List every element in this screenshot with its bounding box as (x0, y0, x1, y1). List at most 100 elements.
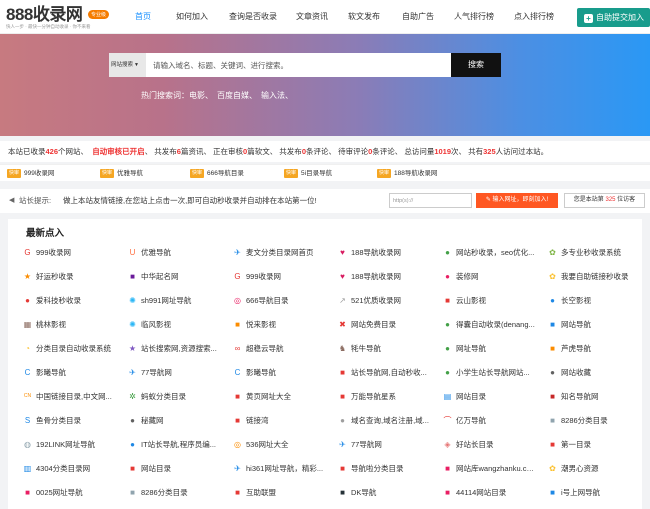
latest-site-link[interactable]: ● IT站长导航,程序员编... (121, 435, 221, 455)
hot-term[interactable]: 百度自媒、 (217, 90, 257, 101)
latest-site-name: 小学生站长导航网站... (456, 368, 530, 377)
webmaster-notice: ◀ 站长提示: 做上本站友情链接,在您站上点击一次,即可自动秒收录并自动排在本站… (0, 189, 650, 213)
nav-how-to-join[interactable]: 如何加入 (168, 0, 216, 34)
latest-site-link[interactable]: ✿ 潮男心资源 (541, 459, 641, 479)
latest-site-link[interactable]: ★ 好运秒收录 (16, 267, 116, 287)
latest-site-link[interactable]: ◔ 分类目录自动收录系统 (16, 339, 116, 359)
latest-site-link[interactable]: ◎ 536网址大全 (226, 435, 326, 455)
latest-site-link[interactable]: ✺ 临风影视 (121, 315, 221, 335)
latest-site-link[interactable]: ■ 导航啦分类目录 (331, 459, 431, 479)
latest-site-link[interactable]: ■ 黄页网址大全 (226, 387, 326, 407)
latest-site-link[interactable]: CN 中国链接目录,中文网... (16, 387, 116, 407)
latest-site-link[interactable]: ⌒ 亿万导航 (436, 411, 536, 431)
latest-site-link[interactable]: G 999收录网 (16, 243, 116, 263)
latest-site-link[interactable]: ■ 网站导航 (541, 315, 641, 335)
latest-site-link[interactable]: ■ 悦来影视 (226, 315, 326, 335)
search-button[interactable]: 搜索 (451, 53, 501, 77)
strip-link[interactable]: 快审 5i目录导航 (284, 168, 332, 179)
latest-site-link[interactable]: S 鱼骨分类目录 (16, 411, 116, 431)
latest-site-link[interactable]: ■ 第一目录 (541, 435, 641, 455)
latest-clicks-title: 最新点入 (26, 228, 65, 239)
latest-site-link[interactable]: ■ 万能导航星系 (331, 387, 431, 407)
nav-check-indexed[interactable]: 查询是否收录 (224, 0, 282, 34)
site-logo[interactable]: 888收录网 专业级 快人一步 · 最快一分钟自动收录 · 你不来看 (6, 6, 116, 30)
latest-site-link[interactable]: ● 域名查询,域名注册,域... (331, 411, 431, 431)
latest-site-link[interactable]: ✲ 蚂蚁分类目录 (121, 387, 221, 407)
latest-site-link[interactable]: U 优雅导航 (121, 243, 221, 263)
latest-site-link[interactable]: ■ 44114网站目录 (436, 483, 536, 503)
hot-term[interactable]: 输入法、 (261, 90, 293, 101)
nav-articles[interactable]: 文章资讯 (292, 0, 332, 34)
latest-site-link[interactable]: ▤ 网站目录 (436, 387, 536, 407)
latest-site-name: 好运秒收录 (36, 272, 74, 281)
latest-site-link[interactable]: ✖ 网站免费目录 (331, 315, 431, 335)
latest-site-link[interactable]: ● 装修网 (436, 267, 536, 287)
latest-site-link[interactable]: ● 秘藏网 (121, 411, 221, 431)
latest-site-link[interactable]: ■ 8286分类目录 (541, 411, 641, 431)
latest-site-link[interactable]: ● 网址导航 (436, 339, 536, 359)
latest-site-link[interactable]: ● 网站收藏 (541, 363, 641, 383)
square-icon: ■ (340, 464, 345, 473)
latest-site-link[interactable]: C 影曦导航 (16, 363, 116, 383)
latest-clicks-panel: 最新点入 G 999收录网 U 优雅导航 ✈ 麦文分类目录网首页 ♥ 188导航收录网 ● 网站秒… (8, 219, 642, 509)
chevron-down-icon: ▼ (134, 62, 139, 68)
latest-site-link[interactable]: ■ DK导航 (331, 483, 431, 503)
latest-site-link[interactable]: ■ 8286分类目录 (121, 483, 221, 503)
latest-site-link[interactable]: ✈ hi361网址导航，精彩... (226, 459, 326, 479)
latest-site-link[interactable]: ■ 网站库wangzhanku.cn... (436, 459, 536, 479)
latest-site-link[interactable]: ■ 知名导航网 (541, 387, 641, 407)
strip-link[interactable]: 快审 188导航收录网 (377, 168, 437, 179)
search-input[interactable] (146, 53, 451, 77)
latest-site-link[interactable]: ✺ sh991网址导航 (121, 291, 221, 311)
latest-site-link[interactable]: ■ 中华起名网 (121, 267, 221, 287)
nav-click-rank[interactable]: 点入排行榜 (510, 0, 558, 34)
latest-site-link[interactable]: ● 爱科技秒收录 (16, 291, 116, 311)
latest-site-link[interactable]: ♥ 188导航收录网 (331, 267, 431, 287)
latest-site-link[interactable]: ↗ 521优质收录网 (331, 291, 431, 311)
latest-site-link[interactable]: ■ 链接湾 (226, 411, 326, 431)
latest-site-link[interactable]: ∞ 超稳云导航 (226, 339, 326, 359)
latest-site-link[interactable]: ♥ 188导航收录网 (331, 243, 431, 263)
latest-site-link[interactable]: ● 网站秒收录，seo优化... (436, 243, 536, 263)
latest-site-link[interactable]: ★ 站长搜索网,资源搜索... (121, 339, 221, 359)
strip-link[interactable]: 快审 优雅导航 (100, 168, 143, 179)
latest-site-link[interactable]: ✈ 麦文分类目录网首页 (226, 243, 326, 263)
latest-site-link[interactable]: ● 得囊自动收录(denang... (436, 315, 536, 335)
latest-site-name: 站长导航网,自动秒收... (351, 368, 427, 377)
latest-site-link[interactable]: ◎ 666导航目录 (226, 291, 326, 311)
latest-site-link[interactable]: ▥ 4304分类目录网 (16, 459, 116, 479)
latest-site-link[interactable]: ■ 互助联盟 (226, 483, 326, 503)
latest-site-link[interactable]: ■ 网站目录 (121, 459, 221, 479)
latest-site-link[interactable]: ✈ 77导航网 (331, 435, 431, 455)
stats-text: 篇资讯、 正在审核 (180, 147, 244, 156)
latest-site-link[interactable]: ▦ 桃林影视 (16, 315, 116, 335)
submit-site-button[interactable]: + 自助提交加入 (577, 8, 650, 27)
latest-site-link[interactable]: ■ 芦虎导航 (541, 339, 641, 359)
url-input[interactable] (389, 193, 472, 208)
hot-term[interactable]: 电影、 (189, 90, 213, 101)
c-icon: C (24, 368, 31, 377)
nav-home[interactable]: 首页 (128, 0, 158, 34)
nav-ads[interactable]: 自助广告 (398, 0, 438, 34)
latest-site-link[interactable]: ◍ 192LINK网址导航 (16, 435, 116, 455)
nav-popular-rank[interactable]: 人气排行榜 (450, 0, 498, 34)
latest-site-link[interactable]: ■ 0025网址导航 (16, 483, 116, 503)
latest-site-link[interactable]: ■ 站长导航网,自动秒收... (331, 363, 431, 383)
latest-site-link[interactable]: ✿ 多专业秒收录系统 (541, 243, 641, 263)
nav-publish[interactable]: 软文发布 (344, 0, 384, 34)
latest-site-link[interactable]: ♞ 牦牛导航 (331, 339, 431, 359)
strip-link[interactable]: 快审 999收录网 (7, 168, 54, 179)
latest-site-link[interactable]: ■ 云山影视 (436, 291, 536, 311)
latest-site-link[interactable]: C 影曦导航 (226, 363, 326, 383)
square-icon: ■ (235, 416, 240, 425)
latest-site-link[interactable]: ◈ 好站长目录 (436, 435, 536, 455)
latest-site-link[interactable]: ● 长空影视 (541, 291, 641, 311)
latest-site-link[interactable]: ✈ 77导航网 (121, 363, 221, 383)
latest-site-link[interactable]: ✿ 我要自助链接秒收录 (541, 267, 641, 287)
join-now-button[interactable]: ✎ 输入网址，即刻加入! (476, 193, 558, 208)
latest-site-link[interactable]: ● 小学生站长导航网站... (436, 363, 536, 383)
latest-site-link[interactable]: G 999收录网 (226, 267, 326, 287)
strip-link[interactable]: 快审 666导航目录 (190, 168, 244, 179)
search-type-select[interactable]: 网站搜索▼ (109, 53, 146, 77)
latest-site-link[interactable]: ■ i号上网导航 (541, 483, 641, 503)
